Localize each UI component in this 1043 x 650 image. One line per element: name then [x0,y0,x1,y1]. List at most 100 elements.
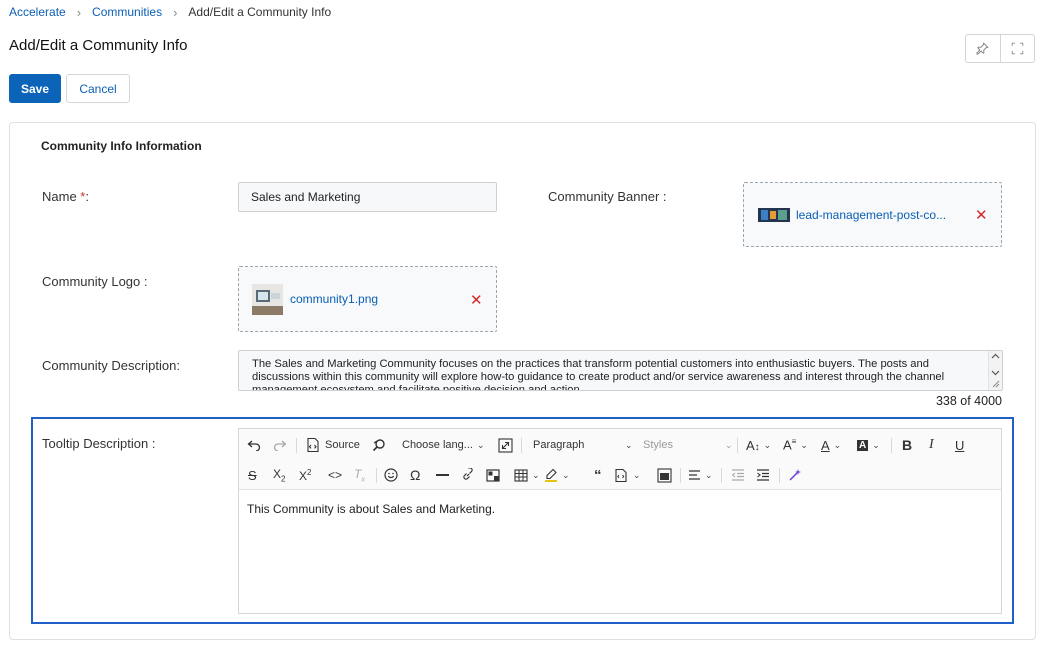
remove-logo-icon[interactable]: ✕ [470,291,483,309]
font-size-dropdown[interactable]: A↕ ⌄ [746,430,771,460]
italic-button[interactable]: I [929,430,934,460]
subscript-button[interactable]: X2 [273,460,285,490]
undo-button[interactable] [247,430,261,460]
toolbar-row-1: Source Choose lang... ⌄ Paragraph ⌄ Styl… [239,430,1001,460]
chevron-down-icon: ⌄ [476,439,485,450]
strikethrough-button[interactable]: S [248,460,257,490]
find-replace-icon [372,438,385,451]
banner-label: Community Banner : [548,189,667,204]
fullscreen-icon [1011,42,1023,55]
section-title: Community Info Information [41,139,202,153]
chevron-down-icon: ⌄ [763,439,772,450]
breadcrumb-link-accelerate[interactable]: Accelerate [9,5,66,19]
name-label: Name *: [42,189,89,204]
indent-icon [757,469,769,481]
special-characters-icon: Ω [410,467,421,483]
special-characters-button[interactable]: Ω [410,460,420,490]
editor-content[interactable]: This Community is about Sales and Market… [247,502,495,516]
chevron-down-icon: ⌄ [872,439,880,450]
source-button[interactable]: Source [305,430,360,460]
font-family-dropdown[interactable]: A≡ ⌄ [783,430,808,460]
remove-banner-icon[interactable]: ✕ [975,206,988,224]
image-icon [486,468,500,482]
find-replace-button[interactable] [372,430,387,460]
html-embed-dropdown[interactable]: ⌄ [614,460,641,490]
resize-handle-icon[interactable] [992,380,1000,388]
scroll-down-icon[interactable] [991,370,1000,376]
source-label: Source [325,439,360,451]
fullscreen-button[interactable] [498,430,513,460]
breadcrumb-current: Add/Edit a Community Info [188,5,332,19]
breadcrumb-link-communities[interactable]: Communities [92,5,162,19]
italic-icon: I [929,437,934,452]
outdent-icon [731,469,744,481]
code-button[interactable]: <> [328,460,342,490]
toolbar-separator [376,468,377,483]
styles-label: Styles [643,439,673,451]
font-background-dropdown[interactable]: A ⌄ [857,430,880,460]
toolbar-separator [737,438,738,453]
horizontal-line-icon [436,474,449,476]
toolbar-separator [521,438,522,453]
rich-text-editor: Source Choose lang... ⌄ Paragraph ⌄ Styl… [238,428,1002,614]
toolbar-row-2: S X2 X2 <> Tx Ω ⌄ ⌄ “ ⌄ ⌄ [239,460,1001,490]
pin-button[interactable] [966,35,1000,62]
highlight-dropdown[interactable]: ⌄ [544,460,570,490]
heading-dropdown[interactable]: Paragraph ⌄ [533,430,633,460]
font-size-icon: A↕ [746,437,760,453]
redo-icon [273,440,287,451]
fullscreen-icon [498,437,513,453]
toolbar-separator [296,438,297,453]
chevron-down-icon: ⌄ [633,469,641,480]
underline-button[interactable]: U [955,430,964,460]
toolbar-separator [721,468,722,483]
link-icon [463,468,473,480]
blockquote-button[interactable]: “ [594,460,602,490]
scroll-up-icon[interactable] [991,353,1000,359]
description-textarea[interactable]: The Sales and Marketing Community focuse… [238,350,1003,391]
chevron-down-icon: ⌄ [725,439,733,450]
indent-button[interactable] [756,460,770,490]
table-dropdown[interactable]: ⌄ [514,460,540,490]
ai-assistant-icon [789,469,801,481]
horizontal-line-button[interactable] [436,460,449,490]
chevron-right-icon: › [76,4,82,20]
outdent-button[interactable] [731,460,745,490]
description-char-count: 338 of 4000 [935,394,1002,408]
name-input[interactable]: Sales and Marketing [238,182,497,212]
toolbar-separator [891,438,892,453]
underline-icon: U [955,437,965,453]
expand-button[interactable] [999,35,1035,62]
banner-dropzone[interactable]: lead-management-post-co... ✕ [743,182,1002,247]
logo-thumbnail [252,284,283,315]
ai-assistant-button[interactable] [788,460,802,490]
emoji-button[interactable] [384,460,398,490]
remove-format-button[interactable]: Tx [354,460,365,490]
logo-dropzone[interactable]: community1.png ✕ [238,266,497,332]
code-block-language-dropdown[interactable]: Choose lang... ⌄ [402,430,484,460]
redo-button[interactable] [273,430,287,460]
code-icon: <> [328,468,343,482]
blockquote-icon: “ [594,466,602,484]
highlight-icon [545,468,557,482]
chevron-down-icon: ⌄ [833,439,842,450]
cancel-button[interactable]: Cancel [66,74,130,103]
link-button[interactable] [461,460,475,490]
media-embed-button[interactable] [657,460,672,490]
subscript-icon: X2 [273,466,286,484]
superscript-button[interactable]: X2 [299,460,311,490]
save-button[interactable]: Save [9,74,61,103]
bold-button[interactable]: B [902,430,912,460]
font-color-dropdown[interactable]: A ⌄ [821,430,841,460]
font-background-icon: A [857,439,869,451]
banner-file-link[interactable]: lead-management-post-co... [796,208,946,222]
logo-file-link[interactable]: community1.png [290,292,378,306]
description-scrollbar[interactable] [988,351,1002,390]
undo-icon [247,440,261,451]
image-button[interactable] [486,460,501,490]
font-color-icon: A [821,437,830,453]
breadcrumb: Accelerate › Communities › Add/Edit a Co… [9,4,331,20]
align-dropdown[interactable]: ⌄ [688,460,713,490]
editor-toolbar: Source Choose lang... ⌄ Paragraph ⌄ Styl… [239,429,1001,490]
styles-dropdown[interactable]: Styles ⌄ [643,430,733,460]
